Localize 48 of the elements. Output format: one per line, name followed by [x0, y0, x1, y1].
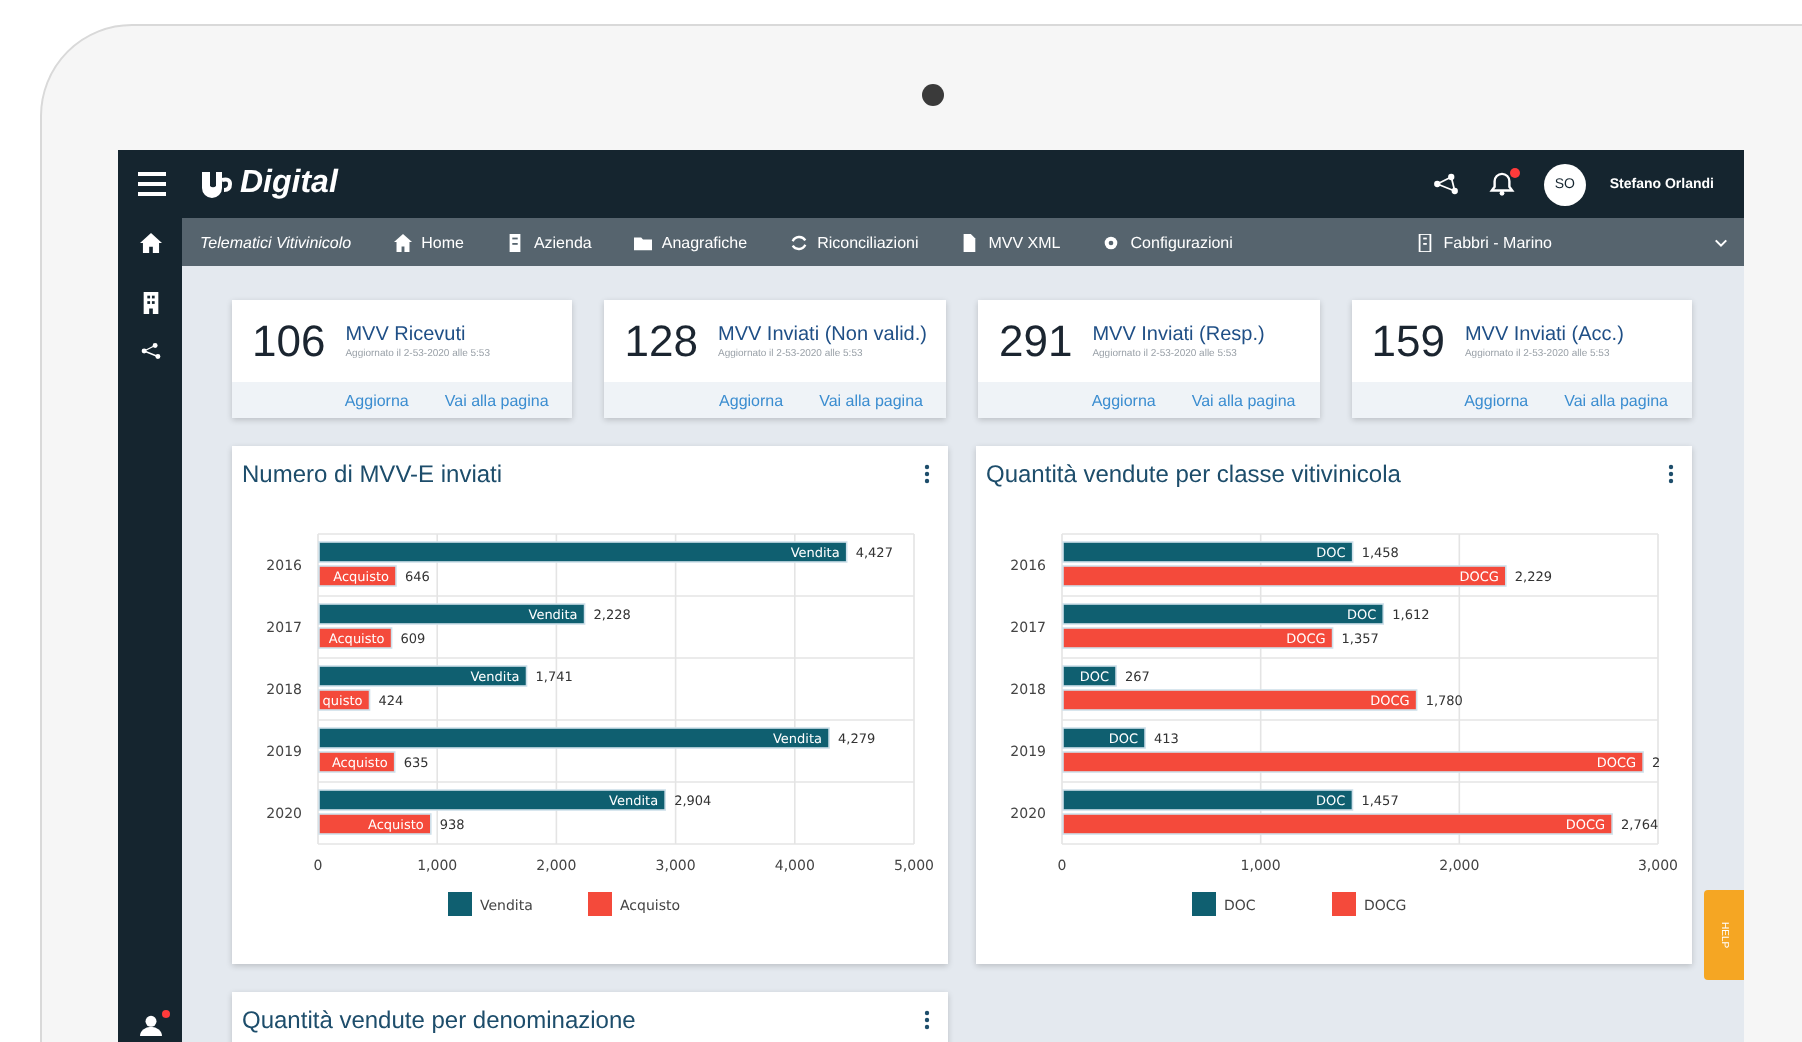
- stat-value: 128: [624, 315, 698, 367]
- stat-title: MVV Inviati (Resp.): [1092, 323, 1265, 345]
- bell-icon[interactable]: [1487, 172, 1516, 196]
- stat-title: MVV Ricevuti: [345, 323, 468, 345]
- chevron-down-icon[interactable]: [1714, 237, 1728, 247]
- menu-icon[interactable]: [138, 172, 166, 196]
- stat-value: 159: [1371, 315, 1445, 367]
- nav-link[interactable]: Azienda: [505, 233, 592, 251]
- home-icon[interactable]: [139, 231, 161, 253]
- building-icon[interactable]: [1415, 233, 1434, 251]
- more-options-icon[interactable]: [924, 1010, 930, 1030]
- building-icon[interactable]: [505, 233, 524, 251]
- nav-link[interactable]: Riconciliazioni: [789, 233, 919, 251]
- card-link[interactable]: Vai alla pagina: [1191, 391, 1296, 409]
- network-icon[interactable]: [1431, 172, 1460, 196]
- home-icon[interactable]: [393, 233, 412, 251]
- card-link[interactable]: Vai alla pagina: [444, 391, 549, 409]
- stat-value: 106: [252, 315, 326, 367]
- stat-title: MVV Inviati (Acc.): [1464, 323, 1624, 345]
- nav-link[interactable]: Configurazioni: [1102, 233, 1233, 251]
- stat-value: 291: [998, 315, 1073, 367]
- chart-title: Quantità vendute per classe vitivinicola: [986, 460, 1401, 488]
- more-options-icon[interactable]: [1668, 464, 1674, 484]
- brand-name: Digital: [240, 166, 338, 202]
- card-link[interactable]: Aggiorna: [344, 391, 409, 409]
- card-link[interactable]: Aggiorna: [719, 391, 784, 409]
- gear-icon[interactable]: [1102, 233, 1121, 251]
- camera-icon: [922, 84, 944, 106]
- logo-icon: [200, 170, 232, 198]
- card-link[interactable]: Vai alla pagina: [1564, 391, 1668, 409]
- card-link[interactable]: Vai alla pagina: [819, 391, 923, 409]
- user-icon[interactable]: [139, 1014, 161, 1036]
- building-icon[interactable]: [139, 292, 161, 314]
- network-icon[interactable]: [139, 340, 161, 362]
- refresh-icon[interactable]: [789, 233, 808, 251]
- stat-title: MVV Inviati (Non valid.): [717, 323, 927, 345]
- nav-link[interactable]: MVV XML: [960, 233, 1061, 251]
- more-options-icon[interactable]: [924, 464, 930, 484]
- folder-icon[interactable]: [633, 233, 652, 251]
- company-selector[interactable]: Fabbri - Marino: [1415, 233, 1552, 251]
- chart-title: Numero di MVV-E inviati: [242, 460, 503, 488]
- nav-link[interactable]: Anagrafiche: [633, 233, 748, 251]
- card-link[interactable]: Aggiorna: [1091, 391, 1156, 409]
- section-title: Telematici Vitivinicolo: [200, 233, 352, 251]
- document-icon[interactable]: [960, 233, 979, 251]
- chart-title: Quantità vendute per denominazione: [242, 1006, 636, 1034]
- nav-link[interactable]: Home: [393, 233, 464, 251]
- card-link[interactable]: Aggiorna: [1464, 391, 1529, 409]
